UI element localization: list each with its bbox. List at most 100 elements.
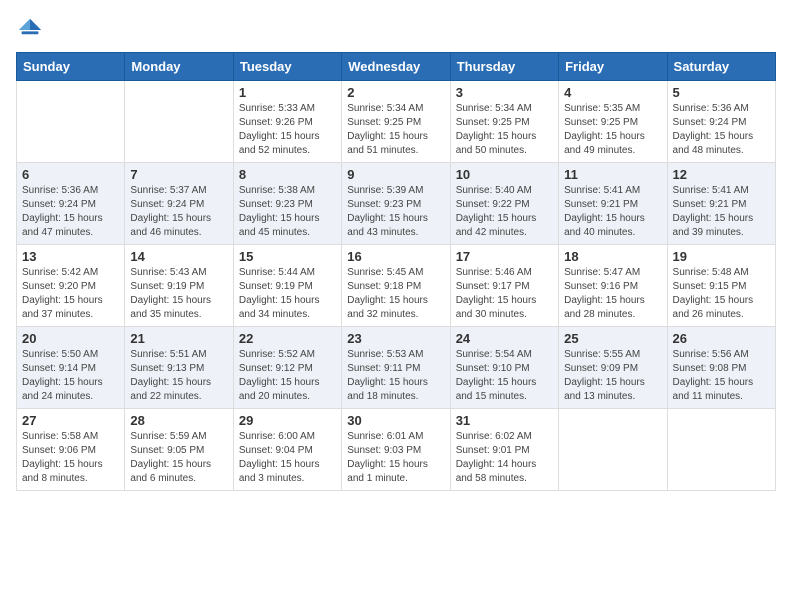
calendar-cell: 20 Sunrise: 5:50 AMSunset: 9:14 PMDayligh… [17,327,125,409]
calendar-cell: 21 Sunrise: 5:51 AMSunset: 9:13 PMDayligh… [125,327,233,409]
day-info: Sunrise: 5:35 AMSunset: 9:25 PMDaylight:… [564,102,661,158]
day-number: 18 [564,249,661,264]
calendar-cell: 16 Sunrise: 5:45 AMSunset: 9:18 PMDayligh… [342,245,450,327]
calendar-cell: 11 Sunrise: 5:41 AMSunset: 9:21 PMDayligh… [559,163,667,245]
calendar-week-row: 27 Sunrise: 5:58 AMSunset: 9:06 PMDayligh… [17,409,776,491]
logo-icon [16,16,44,44]
calendar-week-row: 6Sunrise: 5:36 AMSunset: 9:24 PMDaylight… [17,163,776,245]
day-number: 6 [22,167,119,182]
day-info: Sunrise: 5:48 AMSunset: 9:15 PMDaylight:… [673,266,770,322]
day-number: 16 [347,249,444,264]
day-number: 26 [673,331,770,346]
calendar-cell: 6Sunrise: 5:36 AMSunset: 9:24 PMDaylight… [17,163,125,245]
day-info: Sunrise: 5:36 AMSunset: 9:24 PMDaylight:… [673,102,770,158]
day-info: Sunrise: 6:02 AMSunset: 9:01 PMDaylight:… [456,430,553,486]
day-number: 27 [22,413,119,428]
calendar-cell [559,409,667,491]
calendar-cell: 19 Sunrise: 5:48 AMSunset: 9:15 PMDayligh… [667,245,775,327]
day-number: 21 [130,331,227,346]
day-info: Sunrise: 6:01 AMSunset: 9:03 PMDaylight:… [347,430,444,486]
day-info: Sunrise: 5:41 AMSunset: 9:21 PMDaylight:… [673,184,770,240]
calendar-cell: 26 Sunrise: 5:56 AMSunset: 9:08 PMDayligh… [667,327,775,409]
page-header [16,16,776,44]
day-number: 29 [239,413,336,428]
day-number: 19 [673,249,770,264]
calendar-header-row: Sunday Monday Tuesday Wednesday Thursday… [17,53,776,81]
day-info: Sunrise: 5:55 AMSunset: 9:09 PMDaylight:… [564,348,661,404]
day-info: Sunrise: 5:34 AMSunset: 9:25 PMDaylight:… [347,102,444,158]
day-number: 20 [22,331,119,346]
day-number: 13 [22,249,119,264]
calendar-week-row: 13Sunrise: 5:42 AMSunset: 9:20 PMDayligh… [17,245,776,327]
day-info: Sunrise: 6:00 AMSunset: 9:04 PMDaylight:… [239,430,336,486]
calendar-cell: 5 Sunrise: 5:36 AMSunset: 9:24 PMDaylight… [667,81,775,163]
calendar-cell: 29 Sunrise: 6:00 AMSunset: 9:04 PMDayligh… [233,409,341,491]
calendar-cell: 13Sunrise: 5:42 AMSunset: 9:20 PMDayligh… [17,245,125,327]
day-info: Sunrise: 5:58 AMSunset: 9:06 PMDaylight:… [22,430,119,486]
col-monday: Monday [125,53,233,81]
day-number: 17 [456,249,553,264]
calendar-cell: 17 Sunrise: 5:46 AMSunset: 9:17 PMDayligh… [450,245,558,327]
day-info: Sunrise: 5:41 AMSunset: 9:21 PMDaylight:… [564,184,661,240]
day-number: 7 [130,167,227,182]
calendar-cell [17,81,125,163]
day-info: Sunrise: 5:52 AMSunset: 9:12 PMDaylight:… [239,348,336,404]
day-number: 8 [239,167,336,182]
day-info: Sunrise: 5:38 AMSunset: 9:23 PMDaylight:… [239,184,336,240]
col-tuesday: Tuesday [233,53,341,81]
calendar-cell: 8 Sunrise: 5:38 AMSunset: 9:23 PMDaylight… [233,163,341,245]
calendar-cell: 15Sunrise: 5:44 AMSunset: 9:19 PMDayligh… [233,245,341,327]
calendar-cell: 3Sunrise: 5:34 AMSunset: 9:25 PMDaylight… [450,81,558,163]
calendar-cell: 1 Sunrise: 5:33 AMSunset: 9:26 PMDaylight… [233,81,341,163]
calendar-cell: 28 Sunrise: 5:59 AMSunset: 9:05 PMDayligh… [125,409,233,491]
calendar-cell: 12 Sunrise: 5:41 AMSunset: 9:21 PMDayligh… [667,163,775,245]
day-info: Sunrise: 5:39 AMSunset: 9:23 PMDaylight:… [347,184,444,240]
day-number: 22 [239,331,336,346]
calendar-cell: 25Sunrise: 5:55 AMSunset: 9:09 PMDayligh… [559,327,667,409]
day-number: 10 [456,167,553,182]
day-info: Sunrise: 5:45 AMSunset: 9:18 PMDaylight:… [347,266,444,322]
day-number: 11 [564,167,661,182]
day-number: 30 [347,413,444,428]
day-number: 31 [456,413,553,428]
day-number: 12 [673,167,770,182]
day-info: Sunrise: 5:46 AMSunset: 9:17 PMDaylight:… [456,266,553,322]
day-number: 24 [456,331,553,346]
day-number: 9 [347,167,444,182]
day-info: Sunrise: 5:59 AMSunset: 9:05 PMDaylight:… [130,430,227,486]
calendar-cell [667,409,775,491]
day-info: Sunrise: 5:51 AMSunset: 9:13 PMDaylight:… [130,348,227,404]
day-info: Sunrise: 5:33 AMSunset: 9:26 PMDaylight:… [239,102,336,158]
calendar-week-row: 1 Sunrise: 5:33 AMSunset: 9:26 PMDaylight… [17,81,776,163]
day-info: Sunrise: 5:50 AMSunset: 9:14 PMDaylight:… [22,348,119,404]
calendar-cell: 2 Sunrise: 5:34 AMSunset: 9:25 PMDaylight… [342,81,450,163]
day-number: 4 [564,85,661,100]
day-number: 2 [347,85,444,100]
calendar-cell: 9 Sunrise: 5:39 AMSunset: 9:23 PMDaylight… [342,163,450,245]
day-info: Sunrise: 5:47 AMSunset: 9:16 PMDaylight:… [564,266,661,322]
day-info: Sunrise: 5:44 AMSunset: 9:19 PMDaylight:… [239,266,336,322]
day-number: 3 [456,85,553,100]
col-saturday: Saturday [667,53,775,81]
day-number: 28 [130,413,227,428]
calendar-cell: 24 Sunrise: 5:54 AMSunset: 9:10 PMDayligh… [450,327,558,409]
day-number: 23 [347,331,444,346]
calendar-cell [125,81,233,163]
day-info: Sunrise: 5:54 AMSunset: 9:10 PMDaylight:… [456,348,553,404]
col-wednesday: Wednesday [342,53,450,81]
calendar-cell: 14Sunrise: 5:43 AMSunset: 9:19 PMDayligh… [125,245,233,327]
col-thursday: Thursday [450,53,558,81]
day-number: 1 [239,85,336,100]
calendar-cell: 23Sunrise: 5:53 AMSunset: 9:11 PMDayligh… [342,327,450,409]
col-friday: Friday [559,53,667,81]
calendar-week-row: 20 Sunrise: 5:50 AMSunset: 9:14 PMDayligh… [17,327,776,409]
day-number: 5 [673,85,770,100]
day-number: 14 [130,249,227,264]
col-sunday: Sunday [17,53,125,81]
logo [16,16,48,44]
calendar-table: Sunday Monday Tuesday Wednesday Thursday… [16,52,776,491]
day-info: Sunrise: 5:56 AMSunset: 9:08 PMDaylight:… [673,348,770,404]
calendar-cell: 27 Sunrise: 5:58 AMSunset: 9:06 PMDayligh… [17,409,125,491]
calendar-cell: 31 Sunrise: 6:02 AMSunset: 9:01 PMDayligh… [450,409,558,491]
calendar-cell: 10Sunrise: 5:40 AMSunset: 9:22 PMDayligh… [450,163,558,245]
